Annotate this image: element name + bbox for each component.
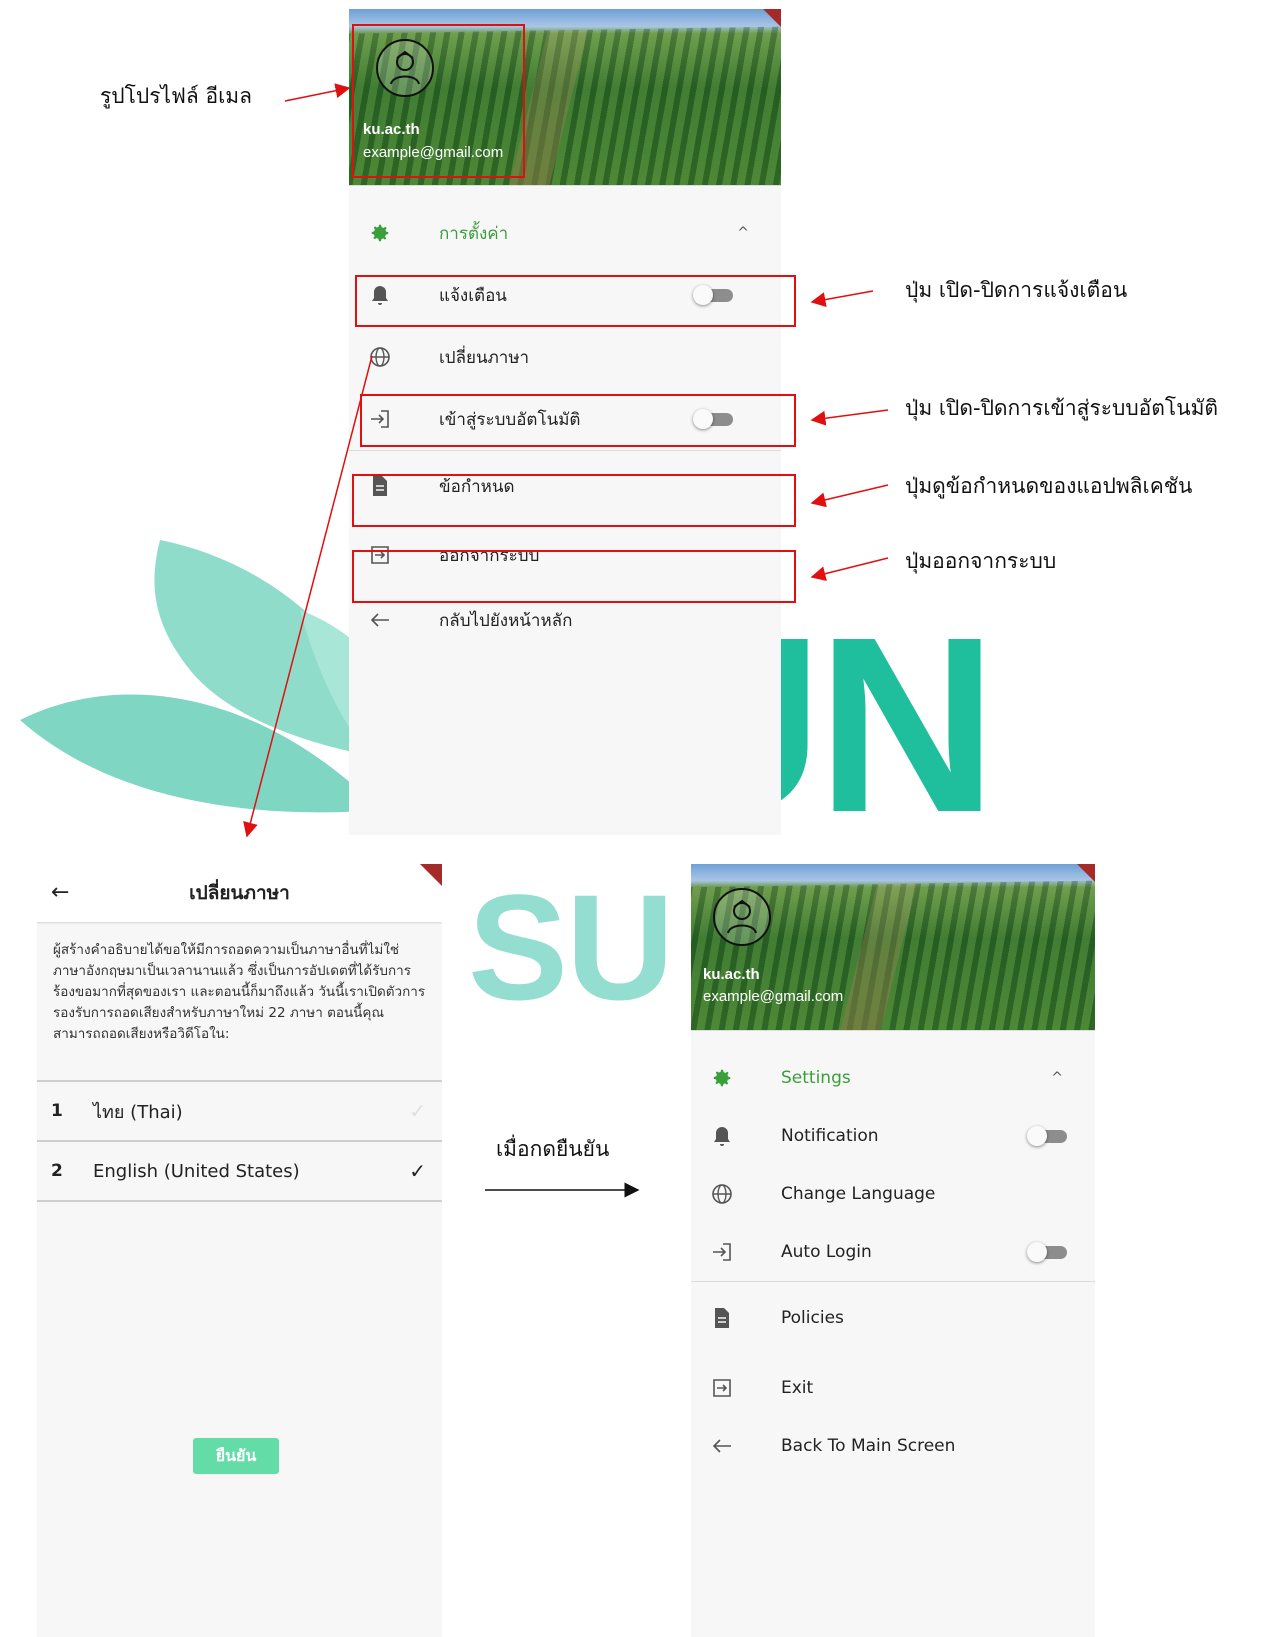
- login-icon: [707, 1241, 737, 1263]
- notification-toggle[interactable]: [1027, 1126, 1069, 1146]
- globe-icon: [707, 1183, 737, 1205]
- profile-name: ku.ac.th: [703, 966, 760, 983]
- language-name: ไทย (Thai): [93, 1101, 183, 1123]
- language-number: 1: [51, 1101, 63, 1121]
- chevron-up-icon: ^: [737, 225, 749, 241]
- annotation-box-exit: [352, 550, 796, 603]
- language-name: English (United States): [93, 1160, 300, 1182]
- arrow-left-icon: [707, 1438, 737, 1454]
- profile-banner: ku.ac.th example@gmail.com: [691, 864, 1095, 1030]
- settings-expander[interactable]: Settings ^: [691, 1049, 1095, 1107]
- page-title: เปลี่ยนภาษา: [189, 882, 290, 904]
- language-option-thai[interactable]: 1 ไทย (Thai) ✓: [37, 1080, 442, 1140]
- autologin-toggle[interactable]: [1027, 1242, 1069, 1262]
- language-description: ผู้สร้างคำอธิบายได้ขอให้มีการถอดความเป็น…: [53, 942, 426, 1042]
- arrow-left-icon: [365, 612, 395, 628]
- globe-icon: [365, 346, 395, 368]
- confirm-button[interactable]: ยืนยัน: [193, 1438, 279, 1474]
- notification-label: Notification: [781, 1126, 879, 1146]
- policies-label: Policies: [781, 1308, 844, 1328]
- drawer-english-screen: ku.ac.th example@gmail.com Settings ^ No…: [691, 864, 1095, 1637]
- annotation-box-policies: [352, 474, 796, 527]
- watermark-text-bottom: SU: [468, 863, 674, 1031]
- chevron-up-icon: ^: [1051, 1070, 1063, 1086]
- settings-label: การตั้งค่า: [439, 223, 509, 244]
- change-language-item[interactable]: เปลี่ยนภาษา: [349, 326, 781, 388]
- annotation-exit: ปุ่มออกจากระบบ: [905, 549, 1057, 573]
- profile-email: example@gmail.com: [703, 988, 844, 1005]
- change-language-screen: ← เปลี่ยนภาษา ผู้สร้างคำอธิบายได้ขอให้มี…: [37, 864, 442, 1637]
- back-arrow-icon[interactable]: ←: [51, 880, 69, 905]
- annotation-box-notification: [355, 275, 796, 327]
- document-icon: [707, 1307, 737, 1329]
- autologin-label: Auto Login: [781, 1242, 872, 1262]
- app-bar: ← เปลี่ยนภาษา: [37, 864, 442, 922]
- language-list: 1 ไทย (Thai) ✓ 2 English (United States)…: [37, 1080, 442, 1202]
- annotation-after-confirm: เมื่อกดยืนยัน: [496, 1137, 610, 1161]
- check-icon: ✓: [409, 1099, 426, 1123]
- autologin-item: Auto Login: [691, 1223, 1095, 1281]
- change-language-item[interactable]: Change Language: [691, 1165, 1095, 1223]
- exit-label: Exit: [781, 1378, 814, 1398]
- back-main-item[interactable]: Back To Main Screen: [691, 1422, 1095, 1470]
- exit-icon: [707, 1377, 737, 1399]
- back-main-label: กลับไปยังหน้าหลัก: [439, 610, 573, 631]
- check-icon: ✓: [409, 1159, 426, 1183]
- annotation-box-autologin: [360, 394, 796, 447]
- settings-expander[interactable]: การตั้งค่า ^: [349, 202, 781, 264]
- exit-item[interactable]: Exit: [691, 1354, 1095, 1422]
- bell-icon: [707, 1125, 737, 1147]
- notification-item: Notification: [691, 1107, 1095, 1165]
- change-language-label: Change Language: [781, 1184, 936, 1204]
- annotation-box-profile: [352, 24, 525, 178]
- annotation-profile: รูปโปรไฟล์ อีเมล: [100, 84, 252, 108]
- gear-icon: [707, 1067, 737, 1089]
- change-language-label: เปลี่ยนภาษา: [439, 347, 530, 368]
- back-main-label: Back To Main Screen: [781, 1436, 956, 1456]
- policies-item[interactable]: Policies: [691, 1282, 1095, 1354]
- annotation-autologin: ปุ่ม เปิด-ปิดการเข้าสู่ระบบอัตโนมัติ: [905, 396, 1219, 420]
- annotation-notification: ปุ่ม เปิด-ปิดการแจ้งเตือน: [905, 278, 1128, 302]
- language-option-english[interactable]: 2 English (United States) ✓: [37, 1140, 442, 1202]
- drawer-menu: Settings ^ Notification Change Language …: [691, 1030, 1095, 1470]
- language-number: 2: [51, 1161, 63, 1181]
- gear-icon: [365, 222, 395, 244]
- annotation-policies: ปุ่มดูข้อกำหนดของแอปพลิเคชัน: [905, 474, 1193, 498]
- user-avatar-icon[interactable]: [713, 888, 771, 946]
- settings-label: Settings: [781, 1068, 851, 1088]
